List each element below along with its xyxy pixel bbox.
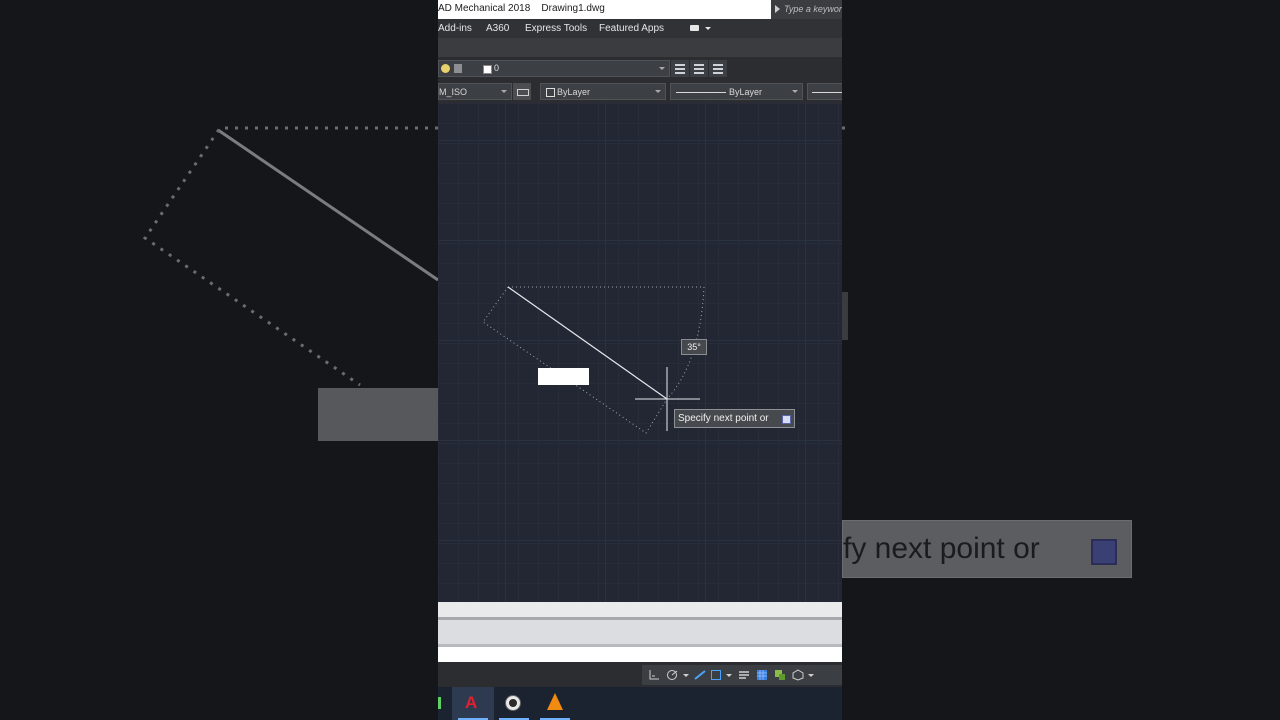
video-camera-icon[interactable] xyxy=(690,25,699,31)
isodraft-icon[interactable] xyxy=(694,669,706,681)
expand-options-icon[interactable] xyxy=(782,415,791,424)
color-value: ByLayer xyxy=(557,87,591,97)
linetype-dropdown[interactable]: ByLayer xyxy=(670,83,803,100)
style-settings-button[interactable] xyxy=(513,83,531,100)
chevron-down-icon xyxy=(792,90,798,93)
taskbar-app-edge-icon[interactable] xyxy=(438,697,441,709)
tab-add-ins[interactable]: Add-ins xyxy=(438,23,472,34)
layer-on-icon xyxy=(441,64,450,73)
layout-tabs-bar xyxy=(438,602,842,617)
color-swatch xyxy=(546,88,555,97)
drawing-canvas[interactable]: 35° Specify next point or xyxy=(438,103,842,602)
ortho-icon[interactable] xyxy=(648,669,660,681)
3d-osnap-icon[interactable] xyxy=(792,669,804,681)
dynamic-input-field[interactable] xyxy=(538,368,589,385)
style-dropdown[interactable]: M_ISO xyxy=(438,83,512,100)
autocad-icon: A xyxy=(465,693,478,712)
prompt-text: Specify next point or xyxy=(678,413,769,424)
title-bar: AD Mechanical 2018 Drawing1.dwg Type a k… xyxy=(438,0,842,19)
lineweight-dropdown[interactable] xyxy=(807,83,842,100)
layer-previous-button[interactable] xyxy=(709,60,727,77)
tab-a360[interactable]: A360 xyxy=(486,23,509,34)
tab-featured-apps[interactable]: Featured Apps xyxy=(599,23,664,34)
windows-taskbar: A xyxy=(438,687,842,720)
layer-match-button[interactable] xyxy=(690,60,708,77)
transparency-icon[interactable] xyxy=(756,669,768,681)
layers-toolbar: 0 xyxy=(438,57,842,81)
vlc-icon xyxy=(547,693,563,710)
background-expand-icon xyxy=(1091,539,1117,565)
color-dropdown[interactable]: ByLayer xyxy=(540,83,666,100)
chevron-down-icon xyxy=(659,67,665,70)
lineweight-icon[interactable] xyxy=(738,669,750,681)
background-input-box xyxy=(318,388,438,441)
background-right-panel xyxy=(842,0,1280,720)
grid-major xyxy=(438,103,842,602)
chevron-down-icon xyxy=(655,90,661,93)
taskbar-obs[interactable] xyxy=(493,687,535,720)
background-dotted-arc xyxy=(842,126,846,130)
selection-cycling-icon[interactable] xyxy=(774,669,786,681)
background-prompt-text: fy next point or xyxy=(843,532,1040,565)
bed-icon xyxy=(517,89,529,96)
search-expand-icon[interactable] xyxy=(775,5,780,13)
autocad-window: AD Mechanical 2018 Drawing1.dwg Type a k… xyxy=(438,0,842,720)
chevron-down-icon[interactable] xyxy=(683,674,689,677)
taskbar-vlc[interactable] xyxy=(534,687,576,720)
current-layer-name: 0 xyxy=(494,63,500,73)
background-zoomed-prompt: fy next point or xyxy=(842,520,1132,578)
linetype-value: ByLayer xyxy=(729,87,763,97)
layer-lock-icon xyxy=(454,64,462,73)
properties-toolbar: M_ISO ByLayer ByLayer xyxy=(438,81,842,103)
background-zoomed-drawing xyxy=(142,126,438,387)
status-toggles xyxy=(642,665,842,685)
linetype-preview xyxy=(676,92,726,93)
chevron-down-icon[interactable] xyxy=(726,674,732,677)
command-prompt-tooltip: Specify next point or xyxy=(674,409,795,428)
tab-express-tools[interactable]: Express Tools xyxy=(525,23,587,34)
command-line-input[interactable] xyxy=(438,647,842,662)
polar-angle-label: 35° xyxy=(681,339,707,355)
obs-icon xyxy=(505,695,521,711)
drawing-svg[interactable] xyxy=(438,103,842,602)
search-box[interactable]: Type a keyword xyxy=(771,0,842,19)
layer-dropdown[interactable]: 0 xyxy=(438,60,670,77)
style-value: M_ISO xyxy=(439,87,468,97)
object-snap-icon[interactable] xyxy=(710,669,722,681)
ribbon-panel xyxy=(438,38,842,57)
background-edge xyxy=(842,292,848,340)
make-current-layer-button[interactable] xyxy=(671,60,689,77)
chevron-down-icon[interactable] xyxy=(808,674,814,677)
lineweight-preview xyxy=(812,92,842,93)
taskbar-autocad[interactable]: A xyxy=(452,687,494,720)
search-placeholder[interactable]: Type a keyword xyxy=(784,4,842,14)
chevron-down-icon[interactable] xyxy=(705,27,711,30)
background-left-panel xyxy=(0,0,438,720)
status-bar xyxy=(438,662,842,687)
chevron-down-icon xyxy=(501,90,507,93)
layer-color-swatch xyxy=(483,65,492,74)
polar-tracking-icon[interactable] xyxy=(666,669,678,681)
window-title: AD Mechanical 2018 Drawing1.dwg xyxy=(438,3,605,14)
ribbon-tabs: Add-ins A360 Express Tools Featured Apps xyxy=(438,19,842,38)
command-history xyxy=(438,620,842,644)
